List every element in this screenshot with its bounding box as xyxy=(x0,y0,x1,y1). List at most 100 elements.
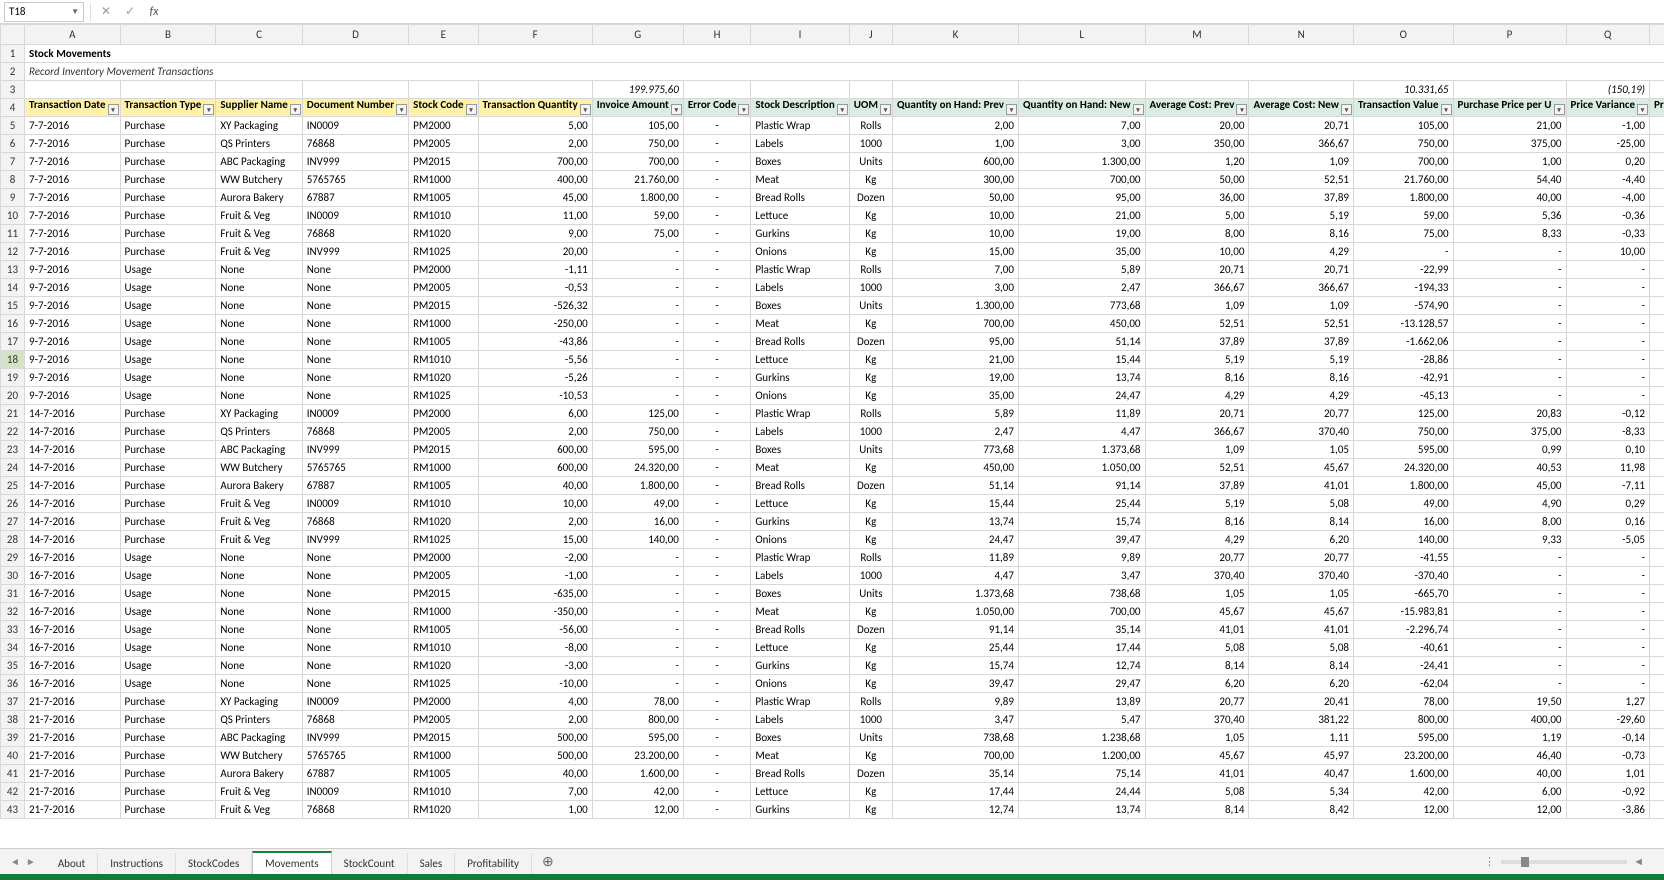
cell-H10[interactable]: - xyxy=(683,207,751,225)
cell-H13[interactable]: - xyxy=(683,261,751,279)
cell-K18[interactable]: 21,00 xyxy=(892,351,1018,369)
cell-L27[interactable]: 15,74 xyxy=(1018,513,1145,531)
cell-G40[interactable]: 23.200,00 xyxy=(592,747,683,765)
cell-O34[interactable]: -40,61 xyxy=(1353,639,1453,657)
cell-A7[interactable]: 7-7-2016 xyxy=(25,153,121,171)
cell-N16[interactable]: 52,51 xyxy=(1249,315,1354,333)
cell-A36[interactable]: 16-7-2016 xyxy=(25,675,121,693)
cell-J28[interactable]: Kg xyxy=(849,531,892,549)
cell-M6[interactable]: 350,00 xyxy=(1145,135,1249,153)
cell-F42[interactable]: 7,00 xyxy=(478,783,592,801)
cell-L29[interactable]: 9,89 xyxy=(1018,549,1145,567)
cell-O14[interactable]: -194,33 xyxy=(1353,279,1453,297)
cell-K31[interactable]: 1.373,68 xyxy=(892,585,1018,603)
cell-G8[interactable]: 21.760,00 xyxy=(592,171,683,189)
cancel-icon[interactable]: ✕ xyxy=(97,4,115,19)
cell-P28[interactable]: 9,33 xyxy=(1453,531,1566,549)
cell-B21[interactable]: Purchase xyxy=(120,405,216,423)
cell-H31[interactable]: - xyxy=(683,585,751,603)
cell-B28[interactable]: Purchase xyxy=(120,531,216,549)
cell-C21[interactable]: XY Packaging xyxy=(216,405,302,423)
cell-H18[interactable]: - xyxy=(683,351,751,369)
cell-F22[interactable]: 2,00 xyxy=(478,423,592,441)
cell-H9[interactable]: - xyxy=(683,189,751,207)
cell-D28[interactable]: INV999 xyxy=(302,531,408,549)
cell-L11[interactable]: 19,00 xyxy=(1018,225,1145,243)
fx-icon[interactable]: fx xyxy=(145,5,163,19)
cell-P5[interactable]: 21,00 xyxy=(1453,117,1566,135)
cell-R22[interactable]: -2,3% xyxy=(1650,423,1664,441)
cell-Q11[interactable]: -0,33 xyxy=(1566,225,1650,243)
cell-H21[interactable]: - xyxy=(683,405,751,423)
cell-M39[interactable]: 1,05 xyxy=(1145,729,1249,747)
cell-E38[interactable]: PM2005 xyxy=(409,711,478,729)
cell-I23[interactable]: Boxes xyxy=(751,441,849,459)
cell-F9[interactable]: 45,00 xyxy=(478,189,592,207)
header-J[interactable]: UOM▾ xyxy=(849,99,892,117)
cell-L12[interactable]: 35,00 xyxy=(1018,243,1145,261)
cell-R42[interactable]: -18,2% xyxy=(1650,783,1664,801)
cell-H7[interactable]: - xyxy=(683,153,751,171)
cell-D20[interactable]: None xyxy=(302,387,408,405)
row-25[interactable]: 25 xyxy=(1,477,25,495)
cell-J13[interactable]: Rolls xyxy=(849,261,892,279)
cell-E21[interactable]: PM2000 xyxy=(409,405,478,423)
cell-N9[interactable]: 37,89 xyxy=(1249,189,1354,207)
cell-Q21[interactable]: -0,12 xyxy=(1566,405,1650,423)
cell-A25[interactable]: 14-7-2016 xyxy=(25,477,121,495)
cell-G27[interactable]: 16,00 xyxy=(592,513,683,531)
row-40[interactable]: 40 xyxy=(1,747,25,765)
cell-G42[interactable]: 42,00 xyxy=(592,783,683,801)
cell-D14[interactable]: None xyxy=(302,279,408,297)
cell-P38[interactable]: 400,00 xyxy=(1453,711,1566,729)
cell-B33[interactable]: Usage xyxy=(120,621,216,639)
cell-O6[interactable]: 750,00 xyxy=(1353,135,1453,153)
cell-L14[interactable]: 2,47 xyxy=(1018,279,1145,297)
cell-L33[interactable]: 35,14 xyxy=(1018,621,1145,639)
cell-B38[interactable]: Purchase xyxy=(120,711,216,729)
cell-D26[interactable]: IN0009 xyxy=(302,495,408,513)
cell-Q17[interactable]: - xyxy=(1566,333,1650,351)
cell-N35[interactable]: 8,14 xyxy=(1249,657,1354,675)
cell-F23[interactable]: 600,00 xyxy=(478,441,592,459)
cell-O8[interactable]: 21.760,00 xyxy=(1353,171,1453,189)
tab-sales[interactable]: Sales xyxy=(408,853,456,874)
cell-D29[interactable]: None xyxy=(302,549,408,567)
cell-C23[interactable]: ABC Packaging xyxy=(216,441,302,459)
cell-D31[interactable]: None xyxy=(302,585,408,603)
cell-N20[interactable]: 4,29 xyxy=(1249,387,1354,405)
cell-I8[interactable]: Meat xyxy=(751,171,849,189)
cell-C10[interactable]: Fruit & Veg xyxy=(216,207,302,225)
cell-E18[interactable]: RM1010 xyxy=(409,351,478,369)
cell-E22[interactable]: PM2005 xyxy=(409,423,478,441)
cell-O42[interactable]: 42,00 xyxy=(1353,783,1453,801)
cell-N17[interactable]: 37,89 xyxy=(1249,333,1354,351)
cell-E39[interactable]: PM2015 xyxy=(409,729,478,747)
cell-K27[interactable]: 13,74 xyxy=(892,513,1018,531)
row-10[interactable]: 10 xyxy=(1,207,25,225)
cell-L17[interactable]: 51,14 xyxy=(1018,333,1145,351)
cell-L10[interactable]: 21,00 xyxy=(1018,207,1145,225)
cell-B10[interactable]: Purchase xyxy=(120,207,216,225)
cell-L9[interactable]: 95,00 xyxy=(1018,189,1145,207)
cell-O31[interactable]: -665,70 xyxy=(1353,585,1453,603)
cell-L5[interactable]: 7,00 xyxy=(1018,117,1145,135)
cell-Q34[interactable]: - xyxy=(1566,639,1650,657)
cell-J31[interactable]: Units xyxy=(849,585,892,603)
cell-N27[interactable]: 8,14 xyxy=(1249,513,1354,531)
col-Q[interactable]: Q xyxy=(1566,25,1650,45)
cell-M31[interactable]: 1,05 xyxy=(1145,585,1249,603)
cell-E32[interactable]: RM1000 xyxy=(409,603,478,621)
cell-C43[interactable]: Fruit & Veg xyxy=(216,801,302,819)
cell-O12[interactable]: - xyxy=(1353,243,1453,261)
cell-D34[interactable]: None xyxy=(302,639,408,657)
cell-M28[interactable]: 4,29 xyxy=(1145,531,1249,549)
cell-D22[interactable]: 76868 xyxy=(302,423,408,441)
col-C[interactable]: C xyxy=(216,25,302,45)
row-31[interactable]: 31 xyxy=(1,585,25,603)
cell-P22[interactable]: 375,00 xyxy=(1453,423,1566,441)
cell-A32[interactable]: 16-7-2016 xyxy=(25,603,121,621)
cell-H26[interactable]: - xyxy=(683,495,751,513)
cell-G26[interactable]: 49,00 xyxy=(592,495,683,513)
cell-H38[interactable]: - xyxy=(683,711,751,729)
